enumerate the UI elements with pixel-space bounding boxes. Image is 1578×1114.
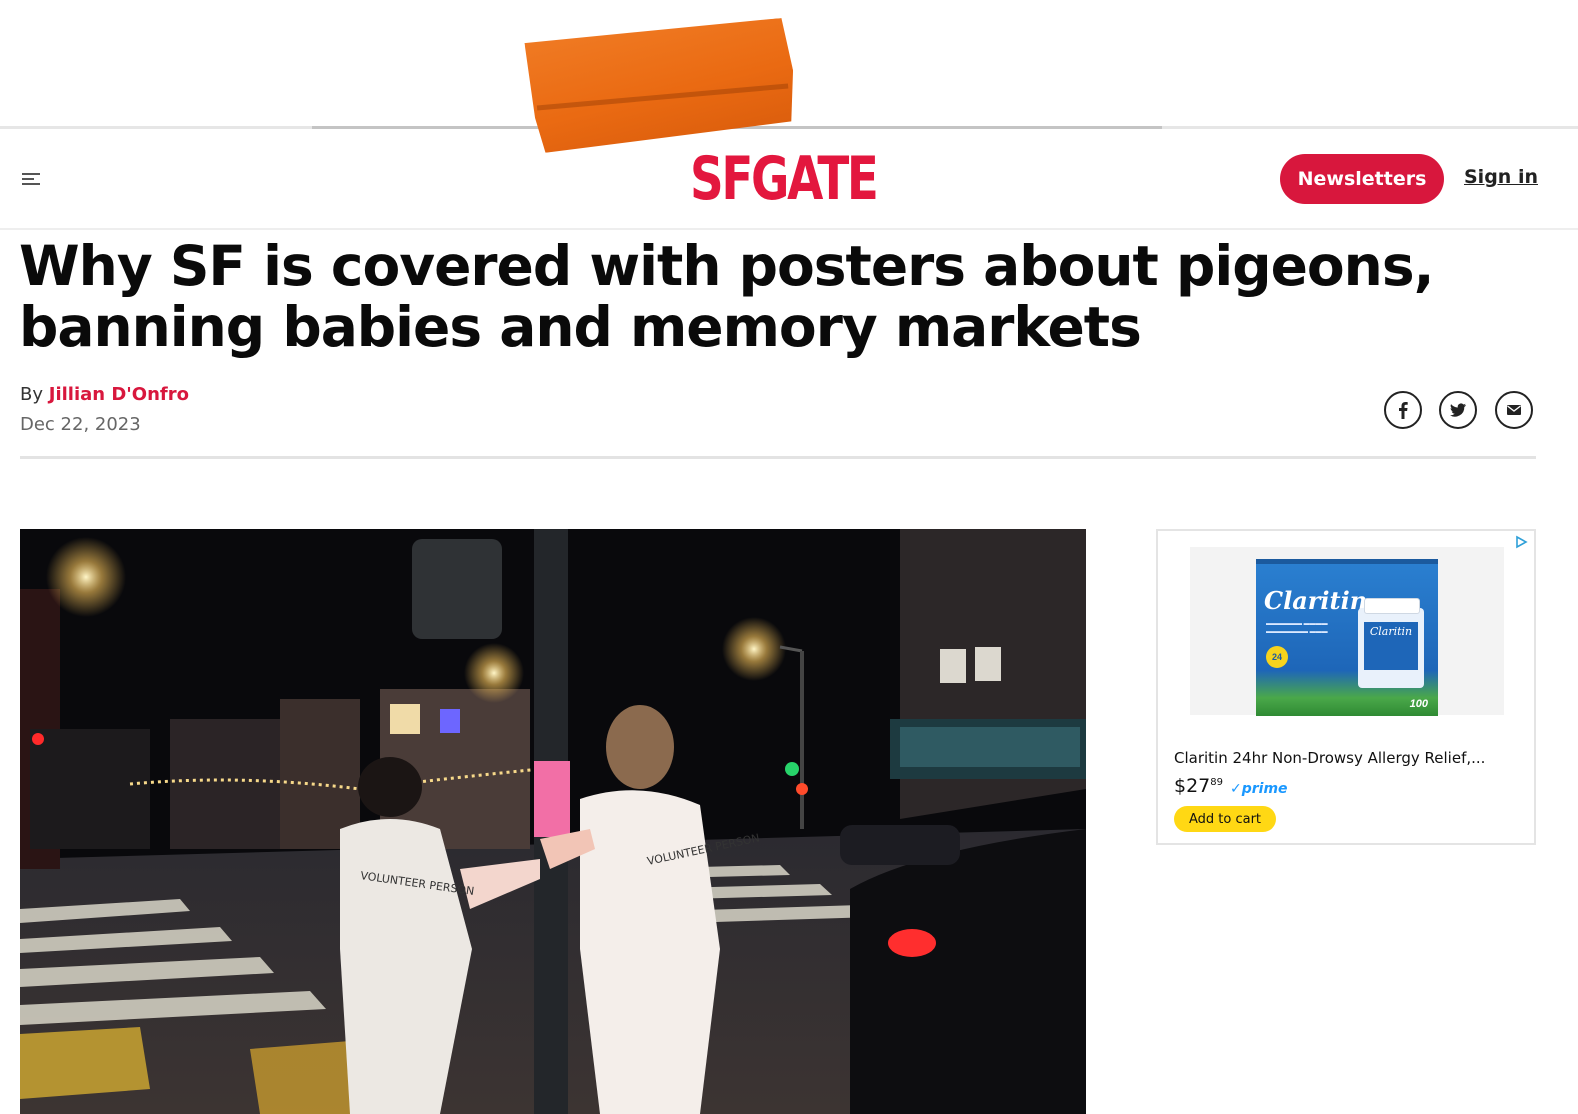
site-header: SFGATE Newsletters Sign in bbox=[0, 130, 1578, 230]
ad-price: $2789 bbox=[1174, 775, 1223, 797]
sidebar-ad[interactable]: Claritin ▬▬▬▬▬▬ ▬▬▬▬ ▬▬▬▬▬▬▬ ▬▬▬ 24 Clar… bbox=[1156, 529, 1536, 845]
facebook-share-button[interactable] bbox=[1384, 391, 1422, 429]
product-bottle: Claritin bbox=[1358, 598, 1424, 688]
product-count: 100 bbox=[1409, 698, 1428, 710]
article-headline: Why SF is covered with posters about pig… bbox=[19, 234, 1434, 359]
hero-photo[interactable]: VOLUNTEER PERSON VOLUNTEER PERSON bbox=[20, 529, 1086, 1114]
ad-product-image[interactable]: Claritin ▬▬▬▬▬▬ ▬▬▬▬ ▬▬▬▬▬▬▬ ▬▬▬ 24 Clar… bbox=[1190, 547, 1504, 716]
price-dollars: $27 bbox=[1174, 775, 1211, 797]
price-cents: 89 bbox=[1210, 777, 1223, 788]
bottle-label: Claritin bbox=[1364, 622, 1418, 670]
ad-product-title[interactable]: Claritin 24hr Non-Drowsy Allergy Relief,… bbox=[1174, 749, 1524, 767]
prime-badge: ✓prime bbox=[1230, 781, 1288, 797]
email-icon bbox=[1507, 405, 1521, 415]
sign-in-link[interactable]: Sign in bbox=[1464, 166, 1538, 188]
publish-date: Dec 22, 2023 bbox=[20, 414, 141, 435]
ad-choices-icon[interactable] bbox=[1514, 535, 1528, 549]
byline-prefix: By bbox=[20, 384, 44, 405]
author-link[interactable]: Jillian D'Onfro bbox=[49, 384, 189, 405]
site-logo[interactable]: SFGATE bbox=[690, 148, 879, 210]
email-share-button[interactable] bbox=[1495, 391, 1533, 429]
product-box: Claritin ▬▬▬▬▬▬ ▬▬▬▬ ▬▬▬▬▬▬▬ ▬▬▬ 24 Clar… bbox=[1256, 559, 1438, 716]
newsletters-button[interactable]: Newsletters bbox=[1280, 154, 1444, 204]
street-scene-image: VOLUNTEER PERSON VOLUNTEER PERSON bbox=[20, 529, 1086, 1114]
product-badge: 24 bbox=[1266, 646, 1288, 668]
header-divider bbox=[20, 456, 1536, 459]
add-to-cart-button[interactable]: Add to cart bbox=[1174, 806, 1276, 832]
twitter-icon bbox=[1450, 403, 1466, 417]
twitter-share-button[interactable] bbox=[1439, 391, 1477, 429]
product-brand: Claritin bbox=[1264, 586, 1368, 615]
byline: By Jillian D'Onfro bbox=[20, 384, 189, 405]
menu-icon[interactable] bbox=[22, 172, 42, 186]
product-subtext-decoration: ▬▬▬▬▬▬ ▬▬▬▬ ▬▬▬▬▬▬▬ ▬▬▬ bbox=[1266, 621, 1328, 635]
facebook-icon bbox=[1399, 402, 1408, 419]
